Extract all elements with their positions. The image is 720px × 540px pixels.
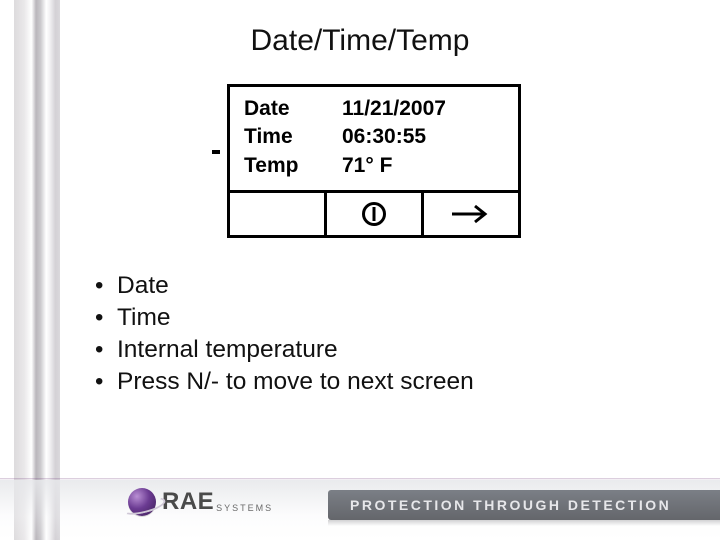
tagline-text: PROTECTION THROUGH DETECTION — [350, 497, 671, 513]
lcd-value: 71° F — [342, 152, 392, 180]
list-item: •Internal temperature — [95, 336, 474, 364]
record-icon — [362, 202, 386, 226]
lcd-readout: Date 11/21/2007 Time 06:30:55 Temp 71° F — [230, 87, 518, 190]
lcd-value: 06:30:55 — [342, 123, 426, 151]
list-item: •Date — [95, 272, 474, 300]
lcd-row-date: Date 11/21/2007 — [244, 95, 504, 123]
tagline-bar: PROTECTION THROUGH DETECTION — [328, 490, 720, 520]
brand-name: RAE — [162, 488, 214, 516]
tagline-bar-shadow — [328, 520, 720, 526]
bullet-text: Time — [117, 304, 171, 332]
lcd-row-temp: Temp 71° F — [244, 152, 504, 180]
page-title: Date/Time/Temp — [0, 24, 720, 58]
softkey-left-blank — [230, 193, 324, 235]
bullet-text: Date — [117, 272, 169, 300]
decorative-side-strip — [14, 0, 60, 540]
list-item: •Press N/- to move to next screen — [95, 368, 474, 396]
decorative-dot — [212, 150, 220, 154]
arrow-right-icon — [449, 203, 493, 225]
lcd-label: Date — [244, 95, 342, 123]
lcd-value: 11/21/2007 — [342, 95, 446, 123]
softkey-right — [421, 193, 518, 235]
lcd-row-time: Time 06:30:55 — [244, 123, 504, 151]
bullet-text: Internal temperature — [117, 336, 338, 364]
list-item: •Time — [95, 304, 474, 332]
bullet-text: Press N/- to move to next screen — [117, 368, 474, 396]
lcd-softkey-row — [230, 190, 518, 235]
lcd-label: Time — [244, 123, 342, 151]
lcd-label: Temp — [244, 152, 342, 180]
softkey-middle — [324, 193, 421, 235]
bullet-list: •Date •Time •Internal temperature •Press… — [95, 272, 474, 400]
device-lcd-mock: Date 11/21/2007 Time 06:30:55 Temp 71° F — [227, 84, 521, 238]
brand-subname: SYSTEMS — [216, 503, 273, 516]
brand-logo: RAE SYSTEMS — [128, 488, 273, 516]
planet-icon — [128, 488, 156, 516]
footer: RAE SYSTEMS PROTECTION THROUGH DETECTION — [0, 478, 720, 540]
